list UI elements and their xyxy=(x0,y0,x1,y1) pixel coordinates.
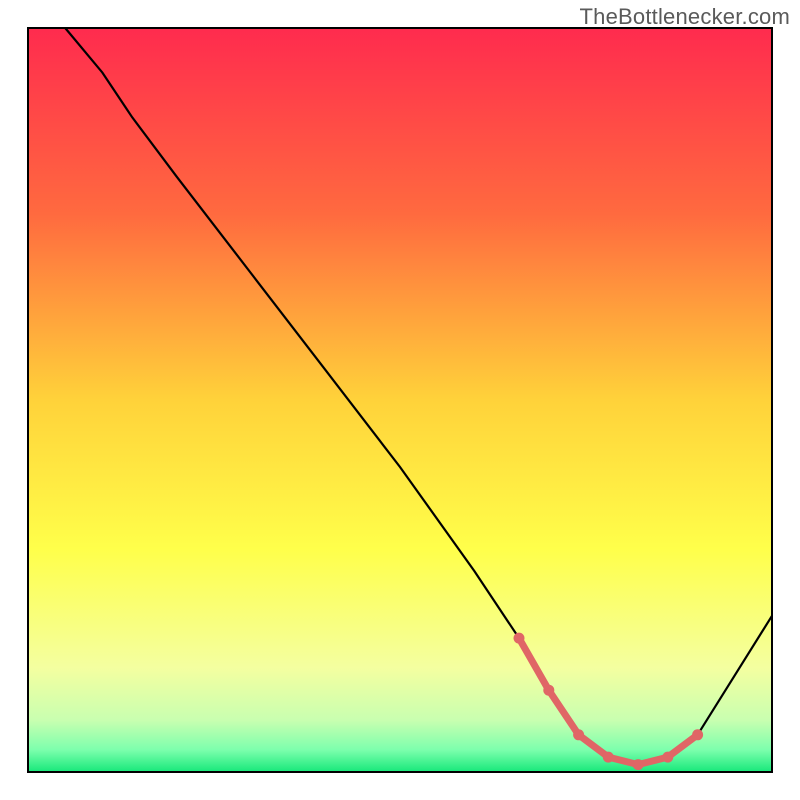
chart-svg xyxy=(0,0,800,800)
optimal-range-marker xyxy=(692,729,703,740)
optimal-range-marker xyxy=(603,752,614,763)
optimal-range-marker xyxy=(543,685,554,696)
plot-background xyxy=(28,28,772,772)
optimal-range-marker xyxy=(633,759,644,770)
optimal-range-marker xyxy=(573,729,584,740)
watermark-text: TheBottlenecker.com xyxy=(580,4,790,30)
optimal-range-marker xyxy=(662,752,673,763)
bottleneck-chart: TheBottlenecker.com xyxy=(0,0,800,800)
optimal-range-marker xyxy=(514,633,525,644)
